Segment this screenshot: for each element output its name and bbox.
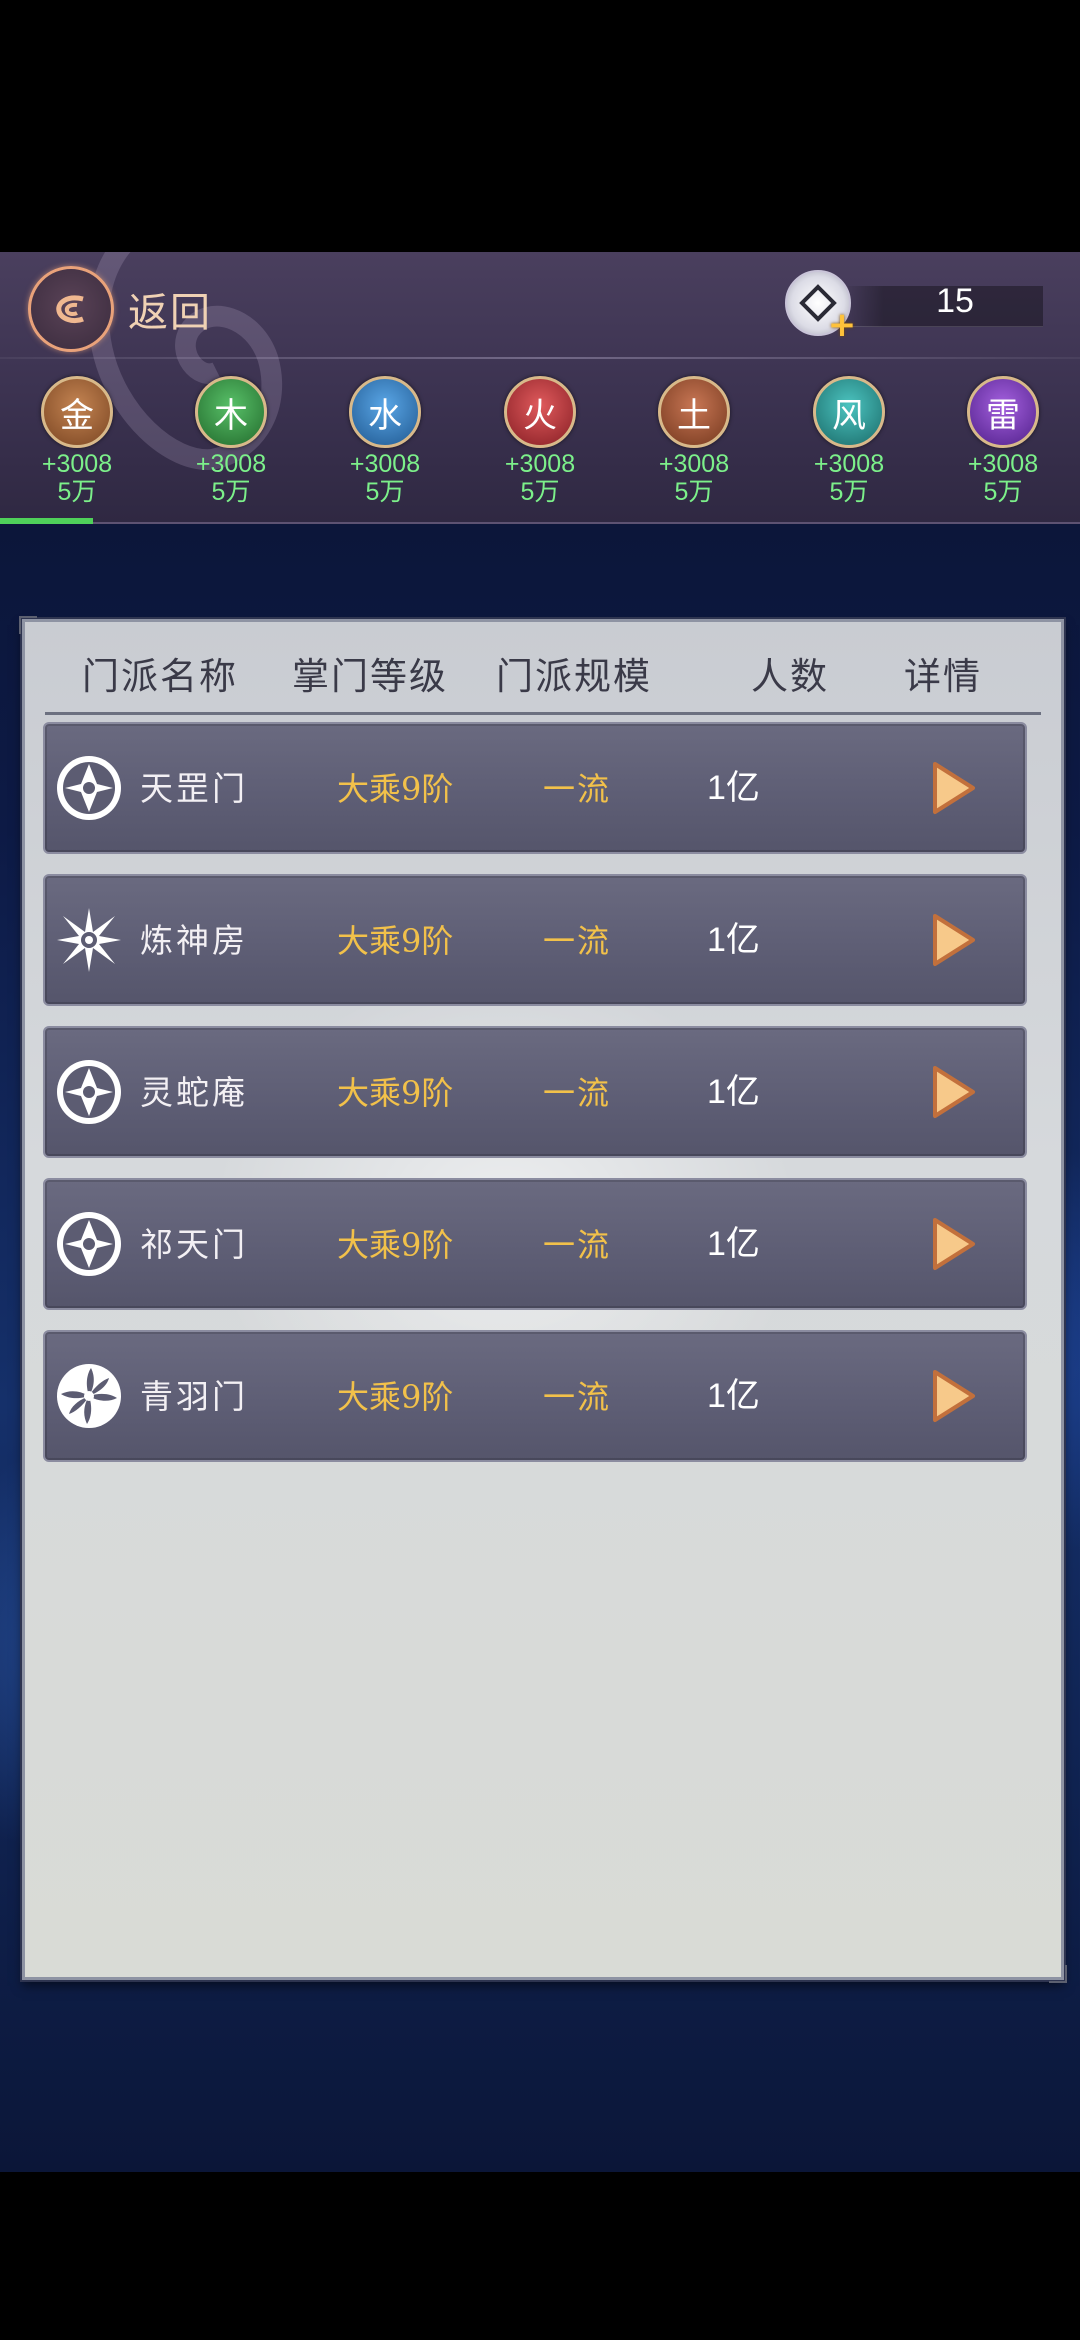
panel-corner — [19, 616, 37, 634]
back-button[interactable]: 返回 — [28, 264, 212, 354]
element-amount: 5万 — [365, 478, 405, 506]
sect-row[interactable]: 青羽门 大乘9阶 一流 1亿 — [43, 1330, 1027, 1462]
sect-scale: 一流 — [543, 922, 612, 960]
sect-name: 天罡门 — [140, 769, 248, 808]
add-currency-icon[interactable]: + — [827, 308, 857, 342]
feather-emblem-icon — [57, 1364, 121, 1428]
element-resources: 金 +3008 5万 木 +3008 5万 水 +3008 5万 火 +3008… — [0, 376, 1080, 516]
element-water[interactable]: 水 +3008 5万 — [320, 376, 450, 506]
sect-list-panel: 门派名称 掌门等级 门派规模 人数 详情 天罡门 大乘9阶 一流 1亿 炼神房 … — [19, 616, 1067, 1983]
sect-row[interactable]: 炼神房 大乘9阶 一流 1亿 — [43, 874, 1027, 1006]
play-arrow-icon[interactable] — [925, 1366, 981, 1426]
sect-scale: 一流 — [543, 1378, 612, 1416]
swirl-emblem-icon — [57, 756, 121, 820]
element-fire[interactable]: 火 +3008 5万 — [475, 376, 605, 506]
sect-name: 炼神房 — [140, 921, 248, 960]
element-bonus: +3008 — [195, 450, 267, 478]
element-bonus: +3008 — [504, 450, 576, 478]
play-arrow-icon[interactable] — [925, 1062, 981, 1122]
element-amount: 5万 — [520, 478, 560, 506]
leader-level: 大乘9阶 — [337, 1074, 454, 1112]
sect-scale: 一流 — [543, 1226, 612, 1264]
swirl-emblem-icon — [57, 1060, 121, 1124]
swirl-emblem-icon — [57, 1212, 121, 1276]
sect-row[interactable]: 祁天门 大乘9阶 一流 1亿 — [43, 1178, 1027, 1310]
header-sect-scale: 门派规模 — [496, 655, 652, 698]
sect-scale: 一流 — [543, 770, 612, 808]
sect-name: 祁天门 — [140, 1225, 248, 1264]
sect-name: 灵蛇庵 — [140, 1073, 248, 1112]
currency-display: + 15 — [785, 270, 1060, 342]
leader-level: 大乘9阶 — [337, 922, 454, 960]
play-arrow-icon[interactable] — [925, 1214, 981, 1274]
element-bonus: +3008 — [967, 450, 1039, 478]
sect-name: 青羽门 — [140, 1377, 248, 1416]
element-thunder[interactable]: 雷 +3008 5万 — [938, 376, 1068, 506]
resource-tab-indicator — [0, 518, 93, 524]
element-earth[interactable]: 土 +3008 5万 — [629, 376, 759, 506]
element-amount: 5万 — [57, 478, 97, 506]
sect-row[interactable]: 天罡门 大乘9阶 一流 1亿 — [43, 722, 1027, 854]
element-badge: 木 — [195, 376, 267, 448]
game-screen: 返回 + 15 金 +3008 5万 木 +3008 5万 水 +3008 5万… — [0, 252, 1080, 2172]
top-bar: 返回 + 15 金 +3008 5万 木 +3008 5万 水 +3008 5万… — [0, 252, 1080, 524]
header-leader-level: 掌门等级 — [292, 655, 448, 698]
play-arrow-icon[interactable] — [925, 910, 981, 970]
leader-level: 大乘9阶 — [337, 1226, 454, 1264]
back-arrow-icon — [28, 266, 114, 352]
header-member-count: 人数 — [751, 655, 829, 698]
element-amount: 5万 — [211, 478, 251, 506]
header-divider — [0, 357, 1080, 359]
element-metal[interactable]: 金 +3008 5万 — [12, 376, 142, 506]
element-badge: 水 — [349, 376, 421, 448]
member-count: 1亿 — [707, 1225, 760, 1263]
play-arrow-icon[interactable] — [925, 758, 981, 818]
element-bonus: +3008 — [349, 450, 421, 478]
star-emblem-icon — [57, 908, 121, 972]
element-badge: 金 — [41, 376, 113, 448]
element-badge: 土 — [658, 376, 730, 448]
sect-row[interactable]: 灵蛇庵 大乘9阶 一流 1亿 — [43, 1026, 1027, 1158]
element-amount: 5万 — [983, 478, 1023, 506]
element-bonus: +3008 — [658, 450, 730, 478]
header-sect-name: 门派名称 — [82, 655, 238, 698]
element-wind[interactable]: 风 +3008 5万 — [784, 376, 914, 506]
element-badge: 风 — [813, 376, 885, 448]
member-count: 1亿 — [707, 1377, 760, 1415]
element-badge: 火 — [504, 376, 576, 448]
member-count: 1亿 — [707, 1073, 760, 1111]
element-amount: 5万 — [829, 478, 869, 506]
member-count: 1亿 — [707, 921, 760, 959]
panel-corner — [1049, 1965, 1067, 1983]
leader-level: 大乘9阶 — [337, 770, 454, 808]
header-detail: 详情 — [904, 655, 982, 698]
back-label: 返回 — [128, 290, 212, 336]
element-bonus: +3008 — [813, 450, 885, 478]
member-count: 1亿 — [707, 769, 760, 807]
element-amount: 5万 — [674, 478, 714, 506]
leader-level: 大乘9阶 — [337, 1378, 454, 1416]
table-header: 门派名称 掌门等级 门派规模 人数 详情 — [45, 632, 1041, 715]
element-bonus: +3008 — [41, 450, 113, 478]
currency-value: 15 — [936, 282, 974, 320]
element-wood[interactable]: 木 +3008 5万 — [166, 376, 296, 506]
element-badge: 雷 — [967, 376, 1039, 448]
sect-scale: 一流 — [543, 1074, 612, 1112]
